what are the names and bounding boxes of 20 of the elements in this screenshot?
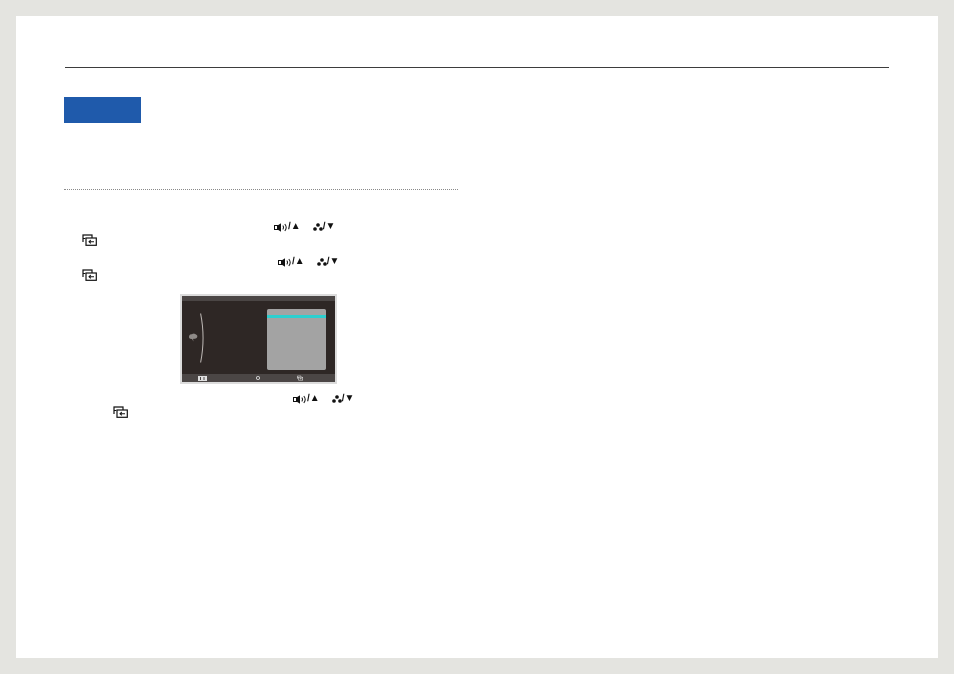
key-label: /▲: [288, 222, 301, 232]
arc-icon: [200, 312, 205, 362]
source-icon: [82, 234, 97, 246]
speaker-icon: [278, 258, 292, 266]
speaker-icon: [274, 222, 288, 232]
key-label: /▲: [292, 257, 305, 267]
dots-icon: [312, 223, 323, 231]
source-icon: [113, 406, 128, 418]
key-label: /▼: [322, 222, 336, 232]
highlight-bar: [267, 315, 326, 318]
circle-icon: [256, 376, 260, 380]
dots-icon: [316, 258, 327, 266]
source-icon: [297, 375, 303, 381]
dots-icon: [332, 395, 342, 403]
key-label: /▼: [326, 257, 340, 267]
key-label: /▲: [307, 394, 320, 404]
speaker-icon: [293, 394, 307, 404]
cloud-icon: [188, 333, 198, 342]
key-label: /▼: [342, 394, 354, 404]
source-icon: [82, 269, 97, 281]
